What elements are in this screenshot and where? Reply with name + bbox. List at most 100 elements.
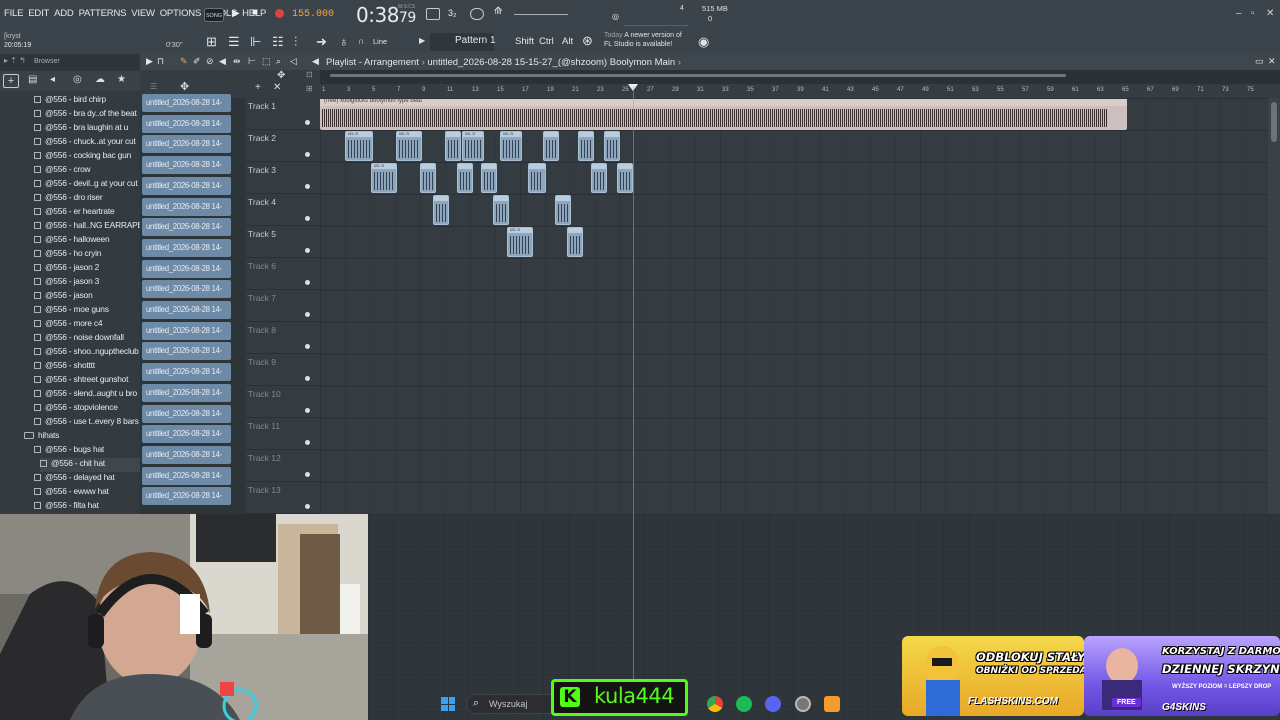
audio-clip[interactable] xyxy=(543,131,559,161)
step-edit-icon[interactable]: 3₂ xyxy=(448,8,457,18)
browser-file[interactable]: @556 - jason 2 xyxy=(34,262,140,276)
playlist-icon[interactable]: ☰ xyxy=(228,34,240,50)
tempo-display[interactable]: 155.000 xyxy=(292,9,334,20)
browser-file[interactable]: @556 - noise downfall xyxy=(34,332,140,346)
audio-clip[interactable]: un..n xyxy=(507,227,533,257)
browser-file[interactable]: @556 - delayed hat xyxy=(34,472,140,486)
maximize-icon[interactable]: ▫ xyxy=(1251,8,1255,19)
browser-cloud-icon[interactable]: ☁ xyxy=(95,74,105,85)
select-tool-icon[interactable]: ⬚ xyxy=(262,56,271,67)
playlist-play-icon[interactable]: ▶ xyxy=(146,56,153,67)
magnet-icon[interactable]: ∩ xyxy=(358,36,364,46)
track-header[interactable]: Track 5 xyxy=(245,226,320,258)
audio-clip[interactable] xyxy=(445,131,461,161)
minimize-icon[interactable]: – xyxy=(1236,8,1242,19)
track-header[interactable]: Track 7 xyxy=(245,290,320,322)
browser-file[interactable]: @556 - hall..NG EARRAPE) xyxy=(34,220,140,234)
mute-tool-icon[interactable]: ◀ xyxy=(219,56,226,67)
track-mute-led[interactable] xyxy=(305,504,310,509)
track-header[interactable]: Track 9 xyxy=(245,354,320,386)
track-header[interactable]: Track 12 xyxy=(245,450,320,482)
channel-rack-icon[interactable]: ☷ xyxy=(272,34,284,50)
snap-to-grid-icon[interactable]: ⊞ xyxy=(206,34,217,50)
audio-clip[interactable] xyxy=(617,163,633,193)
audio-clip[interactable]: un..n xyxy=(462,131,484,161)
track-header[interactable]: Track 3 xyxy=(245,162,320,194)
alt-modifier[interactable]: Alt xyxy=(562,36,573,47)
chrome-icon[interactable] xyxy=(707,696,723,712)
menu-options[interactable]: OPTIONS xyxy=(160,8,202,19)
audio-clip[interactable] xyxy=(567,227,583,257)
audio-clip[interactable]: un..n xyxy=(345,131,373,161)
wait-for-input-icon[interactable] xyxy=(470,8,484,20)
master-volume-slider[interactable] xyxy=(514,14,568,15)
slice-tool-icon[interactable]: ⊢ xyxy=(248,56,256,67)
browser-file[interactable]: @556 - ho cryin xyxy=(34,248,140,262)
browser-folder[interactable]: hihats xyxy=(24,430,140,444)
news-panel[interactable]: Today A newer version of FL Studio is av… xyxy=(604,31,682,49)
zoom-arrows-icon[interactable]: ✥ xyxy=(277,70,285,81)
draw-tool-icon[interactable]: ✎ xyxy=(180,56,188,67)
track-mute-led[interactable] xyxy=(305,216,310,221)
pattern-picker-item[interactable]: untitled_2026-08-28 14- xyxy=(142,280,231,299)
browser-file[interactable]: @556 - bugs hat xyxy=(34,444,140,458)
audio-clip[interactable]: un..n xyxy=(396,131,422,161)
news-icon[interactable]: ⊛ xyxy=(582,33,593,49)
online-icon[interactable]: ◉ xyxy=(698,34,709,50)
record-button[interactable] xyxy=(275,9,284,18)
snap-selector[interactable]: Line xyxy=(373,37,387,46)
menu-edit[interactable]: EDIT xyxy=(28,8,49,19)
browser-file[interactable]: @556 - bird chirp xyxy=(34,94,140,108)
menu-patterns[interactable]: PATTERNS xyxy=(79,8,127,19)
browser-plugin-icon[interactable]: ◎ xyxy=(73,74,82,85)
playback-tool-icon[interactable]: ◁ xyxy=(290,56,297,67)
horizontal-scrollbar[interactable] xyxy=(330,74,1066,77)
track-mute-led[interactable] xyxy=(305,120,310,125)
audio-clip[interactable] xyxy=(604,131,620,161)
audio-clip[interactable] xyxy=(457,163,473,193)
microphone-icon[interactable]: ♁ xyxy=(339,34,349,49)
browser-file[interactable]: @556 - dro riser xyxy=(34,192,140,206)
breadcrumb-arrow-icon[interactable]: ◀ xyxy=(312,56,319,67)
pattern-picker-item[interactable]: untitled_2026-08-28 14- xyxy=(142,445,231,464)
mixer-icon[interactable]: ⫶ xyxy=(294,34,297,50)
slip-tool-icon[interactable]: ⇹ xyxy=(233,56,241,67)
track-header[interactable]: Track 6 xyxy=(245,258,320,290)
paint-tool-icon[interactable]: ✐ xyxy=(193,56,201,67)
browser-menu-icon[interactable]: ▸ ⇡ ↰ xyxy=(4,56,26,65)
pattern-arrow-icon[interactable]: ▶ xyxy=(419,36,425,45)
browser-file[interactable]: @556 - bra dy..of the beat xyxy=(34,108,140,122)
menu-add[interactable]: ADD xyxy=(54,8,74,19)
track-header[interactable]: Track 1 xyxy=(245,98,320,130)
track-mute-led[interactable] xyxy=(305,184,310,189)
playlist-close-icon[interactable]: ✕ xyxy=(1268,56,1276,67)
browser-add-icon[interactable]: + xyxy=(3,74,19,88)
pattern-picker-item[interactable]: untitled_2026-08-28 14- xyxy=(142,342,231,361)
track-mute-led[interactable] xyxy=(305,376,310,381)
track-mute-led[interactable] xyxy=(305,312,310,317)
browser-file[interactable]: @556 - use t..every 8 bars xyxy=(34,416,140,430)
track-mute-led[interactable] xyxy=(305,408,310,413)
track-header[interactable]: Track 13 xyxy=(245,482,320,514)
piano-roll-icon[interactable]: ⊩ xyxy=(250,34,261,50)
pattern-picker-item[interactable]: untitled_2026-08-28 14- xyxy=(142,425,231,444)
play-icon[interactable]: ▶ xyxy=(232,8,240,19)
pattern-picker-item[interactable]: untitled_2026-08-28 14- xyxy=(142,383,231,402)
pattern-picker-item[interactable]: untitled_2026-08-28 14- xyxy=(142,466,231,485)
browser-file[interactable]: @556 - slend..aught u bro xyxy=(34,388,140,402)
playlist-minimize-icon[interactable]: ▭ xyxy=(1255,56,1264,67)
pitch-knob-icon[interactable]: ◎ xyxy=(612,12,619,21)
discord-icon[interactable] xyxy=(765,696,781,712)
pattern-picker-item[interactable]: untitled_2026-08-28 14- xyxy=(142,156,231,175)
picker-icon[interactable]: ☰ xyxy=(150,82,157,91)
pattern-picker-item[interactable]: untitled_2026-08-28 14- xyxy=(142,321,231,340)
browser-file[interactable]: @556 - er heartrate xyxy=(34,206,140,220)
obs-icon[interactable] xyxy=(795,696,811,712)
spotify-icon[interactable] xyxy=(736,696,752,712)
browser-file[interactable]: @556 - filta hat xyxy=(34,500,140,514)
track-mute-led[interactable] xyxy=(305,152,310,157)
pattern-picker-item[interactable]: untitled_2026-08-28 14- xyxy=(142,197,231,216)
track-mute-led[interactable] xyxy=(305,248,310,253)
browser-file[interactable]: @556 - moe guns xyxy=(34,304,140,318)
audio-clip[interactable] xyxy=(420,163,436,193)
